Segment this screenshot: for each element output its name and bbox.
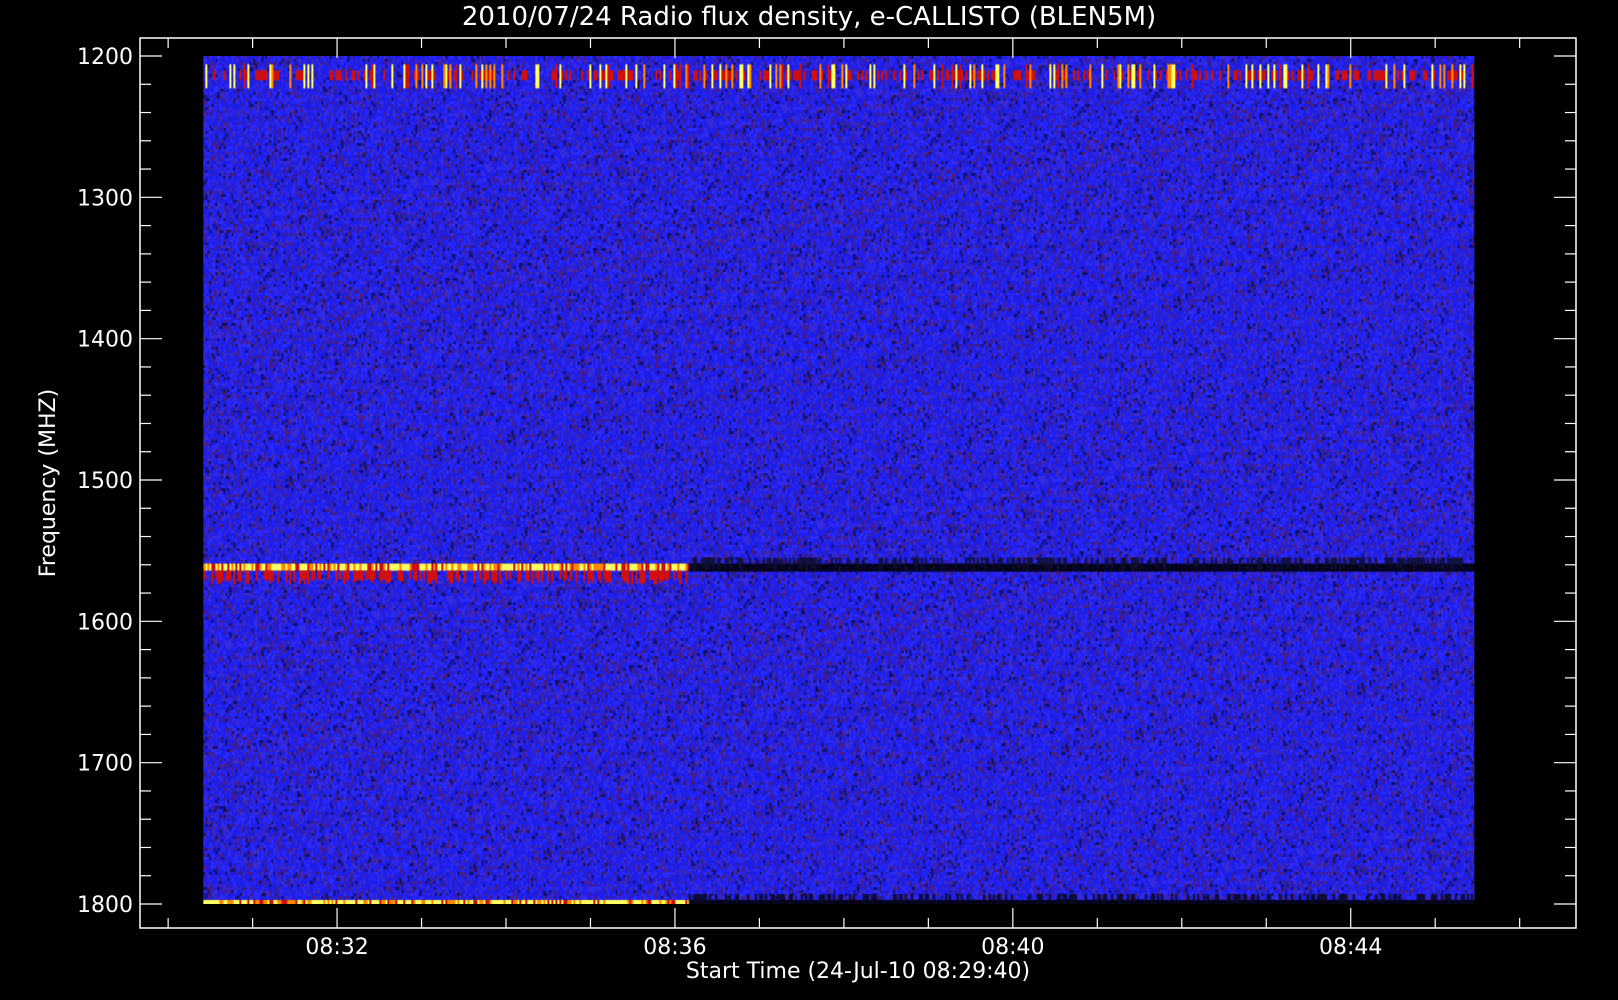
y-tick-label: 1400 xyxy=(77,328,133,353)
x-tick-label: 08:44 xyxy=(1319,935,1382,960)
spectrogram-image xyxy=(203,56,1475,904)
y-tick-label: 1800 xyxy=(77,893,133,918)
y-axis-label: Frequency (MHZ) xyxy=(36,389,61,577)
x-tick-label: 08:36 xyxy=(643,935,706,960)
y-tick-label: 1200 xyxy=(77,45,133,70)
y-tick-label: 1500 xyxy=(77,469,133,494)
x-tick-label: 08:32 xyxy=(305,935,368,960)
spectrogram-chart: 2010/07/24 Radio flux density, e-CALLIST… xyxy=(0,0,1618,1000)
spectrogram-raster xyxy=(203,56,1475,904)
y-tick-label: 1700 xyxy=(77,752,133,777)
x-axis-label: Start Time (24-Jul-10 08:29:40) xyxy=(686,959,1030,984)
y-tick-label: 1600 xyxy=(77,610,133,635)
y-tick-label: 1300 xyxy=(77,186,133,211)
x-tick-label: 08:40 xyxy=(981,935,1044,960)
chart-title: 2010/07/24 Radio flux density, e-CALLIST… xyxy=(462,2,1156,32)
